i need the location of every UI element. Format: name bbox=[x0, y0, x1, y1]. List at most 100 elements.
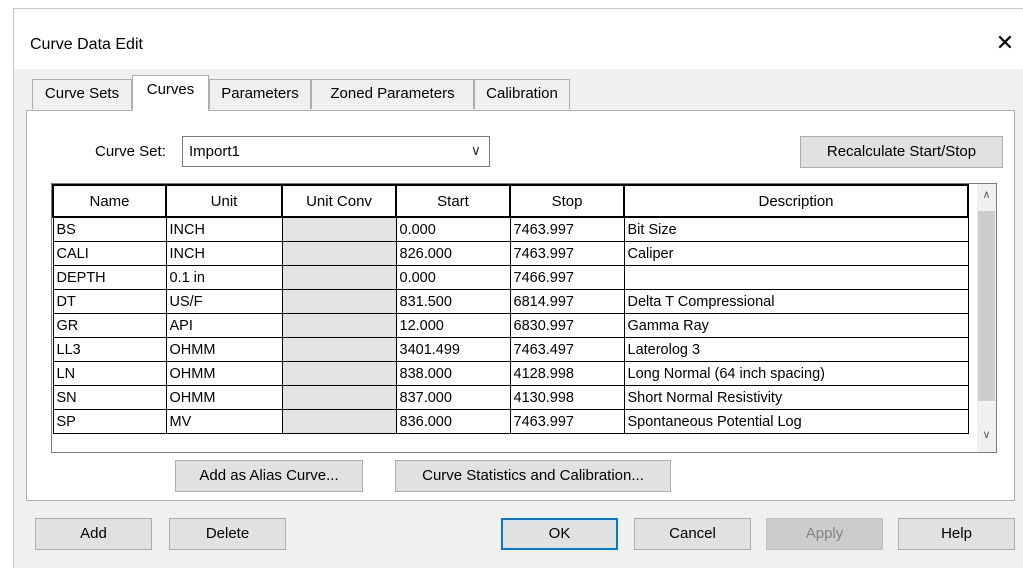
add-as-alias-curve-button[interactable]: Add as Alias Curve... bbox=[175, 460, 363, 492]
delete-button[interactable]: Delete bbox=[169, 518, 286, 550]
cell-name[interactable]: SP bbox=[52, 409, 167, 434]
table-row[interactable]: SN OHMM 837.000 4130.998 Short Normal Re… bbox=[52, 385, 969, 410]
cell-unit-conv[interactable] bbox=[281, 265, 397, 290]
cell-unit[interactable]: INCH bbox=[165, 241, 283, 266]
cell-start[interactable]: 838.000 bbox=[395, 361, 511, 386]
curve-statistics-calibration-button[interactable]: Curve Statistics and Calibration... bbox=[395, 460, 671, 492]
button-label: OK bbox=[548, 525, 571, 542]
cell-stop[interactable]: 7463.997 bbox=[509, 241, 625, 266]
cell-unit-conv[interactable] bbox=[281, 313, 397, 338]
cell-name[interactable]: GR bbox=[52, 313, 167, 338]
tab-label: Calibration bbox=[486, 85, 558, 102]
cell-unit[interactable]: 0.1 in bbox=[165, 265, 283, 290]
table-row[interactable]: SP MV 836.000 7463.997 Spontaneous Poten… bbox=[52, 409, 969, 434]
cell-start[interactable]: 0.000 bbox=[395, 216, 511, 242]
cell-name[interactable]: CALI bbox=[52, 241, 167, 266]
cancel-button[interactable]: Cancel bbox=[634, 518, 751, 550]
button-label: Add bbox=[80, 525, 107, 542]
cell-unit-conv[interactable] bbox=[281, 361, 397, 386]
table-row[interactable]: BS INCH 0.000 7463.997 Bit Size bbox=[52, 216, 969, 242]
button-label: Add as Alias Curve... bbox=[199, 467, 339, 484]
vertical-scrollbar[interactable]: ∧ ∨ bbox=[977, 184, 996, 452]
cell-name[interactable]: LL3 bbox=[52, 337, 167, 362]
tab-parameters[interactable]: Parameters bbox=[209, 79, 311, 109]
curve-set-select[interactable]: Import1 ∨ bbox=[182, 136, 490, 167]
cell-description[interactable]: Short Normal Resistivity bbox=[623, 385, 969, 410]
cell-name[interactable]: BS bbox=[52, 216, 167, 242]
cell-name[interactable]: LN bbox=[52, 361, 167, 386]
recalculate-start-stop-button[interactable]: Recalculate Start/Stop bbox=[800, 136, 1003, 168]
scroll-thumb[interactable] bbox=[978, 211, 995, 401]
cell-unit[interactable]: US/F bbox=[165, 289, 283, 314]
cell-unit-conv[interactable] bbox=[281, 241, 397, 266]
cell-unit-conv[interactable] bbox=[281, 289, 397, 314]
cell-stop[interactable]: 4128.998 bbox=[509, 361, 625, 386]
cell-stop[interactable]: 7463.997 bbox=[509, 216, 625, 242]
tab-calibration[interactable]: Calibration bbox=[474, 79, 570, 109]
cell-description[interactable]: Gamma Ray bbox=[623, 313, 969, 338]
cell-stop[interactable]: 6830.997 bbox=[509, 313, 625, 338]
tab-label: Zoned Parameters bbox=[330, 85, 455, 102]
cell-start[interactable]: 836.000 bbox=[395, 409, 511, 434]
cell-name[interactable]: DEPTH bbox=[52, 265, 167, 290]
cell-unit[interactable]: OHMM bbox=[165, 337, 283, 362]
cell-unit[interactable]: API bbox=[165, 313, 283, 338]
help-button[interactable]: Help bbox=[898, 518, 1015, 550]
title-bar: Curve Data Edit ✕ bbox=[14, 9, 1023, 69]
tab-curves[interactable]: Curves bbox=[132, 75, 209, 111]
cell-unit-conv[interactable] bbox=[281, 385, 397, 410]
column-header-description[interactable]: Description bbox=[623, 184, 969, 218]
tab-zoned-parameters[interactable]: Zoned Parameters bbox=[311, 79, 474, 109]
cell-start[interactable]: 831.500 bbox=[395, 289, 511, 314]
cell-stop[interactable]: 7466.997 bbox=[509, 265, 625, 290]
cell-stop[interactable]: 4130.998 bbox=[509, 385, 625, 410]
button-label: Curve Statistics and Calibration... bbox=[422, 467, 644, 484]
curves-table[interactable]: Name Unit Unit Conv Start Stop Descripti… bbox=[51, 183, 997, 453]
cell-start[interactable]: 837.000 bbox=[395, 385, 511, 410]
tab-curve-sets[interactable]: Curve Sets bbox=[32, 79, 132, 109]
cell-name[interactable]: DT bbox=[52, 289, 167, 314]
cell-stop[interactable]: 7463.497 bbox=[509, 337, 625, 362]
cell-start[interactable]: 0.000 bbox=[395, 265, 511, 290]
button-label: Help bbox=[941, 525, 972, 542]
cell-unit[interactable]: OHMM bbox=[165, 361, 283, 386]
cell-start[interactable]: 12.000 bbox=[395, 313, 511, 338]
column-header-unit-conv[interactable]: Unit Conv bbox=[281, 184, 397, 218]
cell-description[interactable]: Laterolog 3 bbox=[623, 337, 969, 362]
apply-button[interactable]: Apply bbox=[766, 518, 883, 550]
close-icon[interactable]: ✕ bbox=[991, 30, 1019, 56]
column-header-name[interactable]: Name bbox=[52, 184, 167, 218]
cell-stop[interactable]: 6814.997 bbox=[509, 289, 625, 314]
table-row[interactable]: DT US/F 831.500 6814.997 Delta T Compres… bbox=[52, 289, 969, 314]
table-row[interactable]: GR API 12.000 6830.997 Gamma Ray bbox=[52, 313, 969, 338]
tab-label: Curve Sets bbox=[44, 85, 120, 102]
cell-description[interactable]: Bit Size bbox=[623, 216, 969, 242]
cell-description[interactable]: Delta T Compressional bbox=[623, 289, 969, 314]
add-button[interactable]: Add bbox=[35, 518, 152, 550]
ok-button[interactable]: OK bbox=[501, 518, 618, 550]
cell-description[interactable]: Long Normal (64 inch spacing) bbox=[623, 361, 969, 386]
cell-unit-conv[interactable] bbox=[281, 337, 397, 362]
table-row[interactable]: CALI INCH 826.000 7463.997 Caliper bbox=[52, 241, 969, 266]
cell-description[interactable] bbox=[623, 265, 969, 290]
cell-description[interactable]: Spontaneous Potential Log bbox=[623, 409, 969, 434]
table-row[interactable]: DEPTH 0.1 in 0.000 7466.997 bbox=[52, 265, 969, 290]
cell-start[interactable]: 3401.499 bbox=[395, 337, 511, 362]
cell-unit-conv[interactable] bbox=[281, 216, 397, 242]
scroll-up-icon[interactable]: ∧ bbox=[977, 188, 996, 208]
cell-unit[interactable]: INCH bbox=[165, 216, 283, 242]
cell-description[interactable]: Caliper bbox=[623, 241, 969, 266]
cell-start[interactable]: 826.000 bbox=[395, 241, 511, 266]
table-row[interactable]: LL3 OHMM 3401.499 7463.497 Laterolog 3 bbox=[52, 337, 969, 362]
cell-unit[interactable]: MV bbox=[165, 409, 283, 434]
column-header-unit[interactable]: Unit bbox=[165, 184, 283, 218]
scroll-down-icon[interactable]: ∨ bbox=[977, 428, 996, 448]
column-header-start[interactable]: Start bbox=[395, 184, 511, 218]
table-row[interactable]: LN OHMM 838.000 4128.998 Long Normal (64… bbox=[52, 361, 969, 386]
cell-unit-conv[interactable] bbox=[281, 409, 397, 434]
cell-stop[interactable]: 7463.997 bbox=[509, 409, 625, 434]
cell-name[interactable]: SN bbox=[52, 385, 167, 410]
cell-unit[interactable]: OHMM bbox=[165, 385, 283, 410]
curves-grid: Name Unit Unit Conv Start Stop Descripti… bbox=[52, 184, 969, 434]
column-header-stop[interactable]: Stop bbox=[509, 184, 625, 218]
